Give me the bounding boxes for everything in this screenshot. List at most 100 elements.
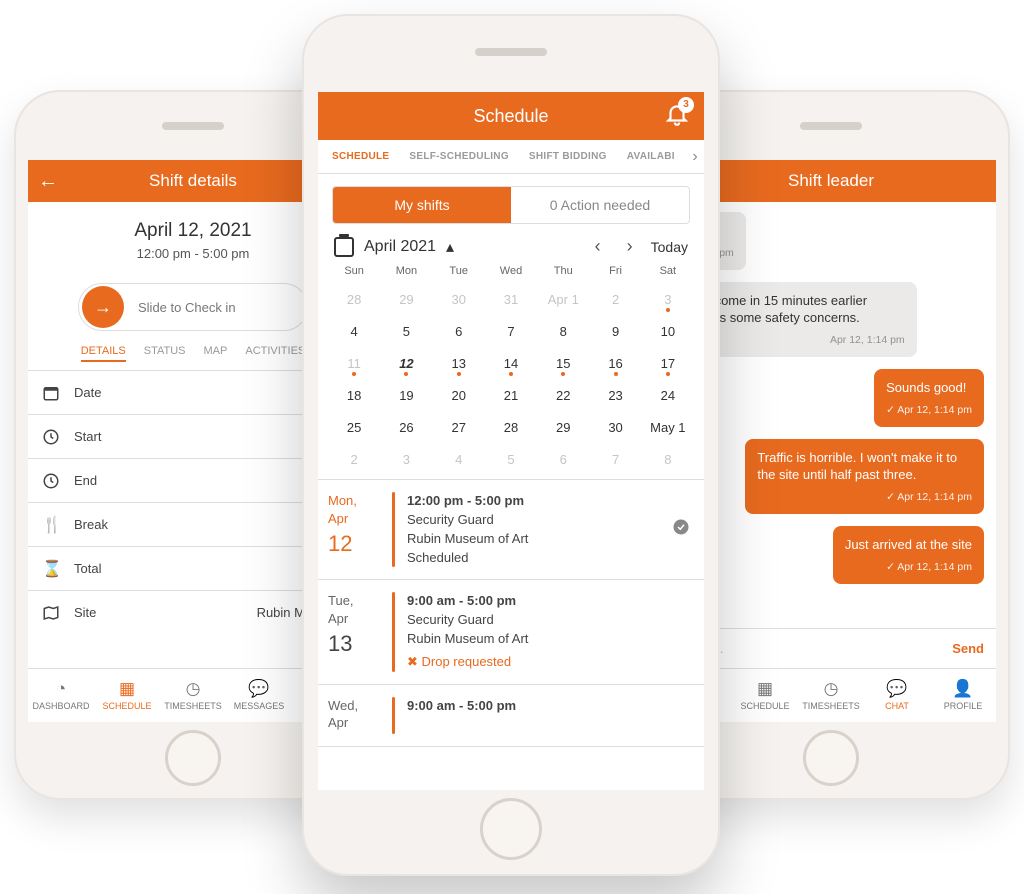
nav-profile[interactable]: 👤PROFILE [930, 669, 996, 722]
caret-up-icon[interactable]: ▴ [446, 237, 454, 257]
calendar-day[interactable]: 10 [642, 315, 694, 347]
notifications-button[interactable]: 3 [664, 101, 690, 132]
back-arrow-icon[interactable]: ← [38, 170, 58, 193]
calendar-day[interactable]: 4 [328, 315, 380, 347]
calendar-day[interactable]: 21 [485, 379, 537, 411]
weekday-label: Tue [433, 265, 485, 277]
tab-activities[interactable]: ACTIVITIES [245, 345, 305, 362]
shift-row[interactable]: Tue,Apr13 9:00 am - 5:00 pmSecurity Guard… [318, 580, 704, 684]
calendar-icon [42, 384, 64, 402]
calendar-day[interactable]: 22 [537, 379, 589, 411]
calendar-day[interactable]: 2 [589, 283, 641, 315]
calendar-day[interactable]: 3 [380, 443, 432, 475]
calendar-day[interactable]: May 1 [642, 411, 694, 443]
nav-label: SCHEDULE [102, 701, 151, 711]
detail-label: Site [74, 605, 96, 620]
chevron-right-icon[interactable]: › [692, 148, 698, 166]
calendar-day[interactable]: 20 [433, 379, 485, 411]
calendar-day[interactable]: 28 [328, 283, 380, 315]
calendar-day[interactable]: 30 [589, 411, 641, 443]
calendar-day[interactable]: 8 [537, 315, 589, 347]
calendar-day[interactable]: 31 [485, 283, 537, 315]
calendar-day[interactable]: 3 [642, 283, 694, 315]
nav-chat[interactable]: 💬CHAT [864, 669, 930, 722]
fork-icon: 🍴 [42, 515, 64, 535]
calendar-day[interactable]: 6 [433, 315, 485, 347]
calendar-day[interactable]: 15 [537, 347, 589, 379]
calendar-day[interactable]: 13 [433, 347, 485, 379]
calendar-day[interactable]: 9 [589, 315, 641, 347]
calendar-day[interactable]: 19 [380, 379, 432, 411]
nav-timesheets[interactable]: ◷TIMESHEETS [798, 669, 864, 722]
arrow-right-icon[interactable]: → [82, 286, 124, 328]
segment-my-shifts[interactable]: My shifts [333, 187, 511, 223]
calendar-day[interactable]: 29 [380, 283, 432, 315]
tab-self-scheduling[interactable]: SELF-SCHEDULING [409, 151, 509, 162]
tab-schedule[interactable]: SCHEDULE [332, 151, 389, 162]
shift-row[interactable]: Wed,Apr9:00 am - 5:00 pm [318, 685, 704, 747]
month-next[interactable]: › [619, 236, 641, 257]
weekday-label: Thu [537, 265, 589, 277]
calendar-day[interactable]: 30 [433, 283, 485, 315]
calendar-day[interactable]: 25 [328, 411, 380, 443]
slide-to-check-in[interactable]: → Slide to Check in [78, 283, 308, 331]
nav-schedule[interactable]: ▦SCHEDULE [94, 669, 160, 722]
calendar-day[interactable]: 14 [485, 347, 537, 379]
top-tabs: SCHEDULE SELF-SCHEDULING SHIFT BIDDING A… [318, 140, 704, 174]
calendar-day[interactable]: 5 [380, 315, 432, 347]
month-prev[interactable]: ‹ [587, 236, 609, 257]
shift-row[interactable]: Mon,Apr1212:00 pm - 5:00 pmSecurity Guar… [318, 480, 704, 580]
page-title: Schedule [473, 106, 548, 127]
nav-label: TIMESHEETS [164, 701, 222, 711]
calendar-day[interactable]: 28 [485, 411, 537, 443]
segment-control[interactable]: My shifts 0 Action needed [332, 186, 690, 224]
tab-availability[interactable]: AVAILABI [627, 151, 675, 162]
calendar-day[interactable]: 2 [328, 443, 380, 475]
nav-dashboard[interactable]: ◔DASHBOARD [28, 669, 94, 722]
clock-icon [42, 428, 64, 446]
calendar-day[interactable]: 11 [328, 347, 380, 379]
today-button[interactable]: Today [651, 239, 688, 255]
event-dot-icon [666, 372, 670, 376]
weekday-label: Wed [485, 265, 537, 277]
calendar-day[interactable]: 23 [589, 379, 641, 411]
shift-body: 9:00 am - 5:00 pmSecurity GuardRubin Mus… [407, 592, 690, 671]
phone-center: Schedule 3 SCHEDULE SELF-SCHEDULING SHIF… [302, 14, 720, 876]
tab-status[interactable]: STATUS [144, 345, 186, 362]
page-title: Shift details [149, 171, 237, 191]
detail-label: End [74, 473, 97, 488]
calendar-day[interactable]: 7 [485, 315, 537, 347]
calendar-day[interactable]: 26 [380, 411, 432, 443]
calendar-day[interactable]: Apr 1 [537, 283, 589, 315]
calendar-day[interactable]: 17 [642, 347, 694, 379]
month-label[interactable]: April 2021 [364, 238, 436, 256]
nav-messages[interactable]: 💬MESSAGES [226, 669, 292, 722]
tab-details[interactable]: DETAILS [81, 345, 126, 362]
calendar-day[interactable]: 8 [642, 443, 694, 475]
calendar-day[interactable]: 18 [328, 379, 380, 411]
accent-bar [392, 592, 395, 671]
send-button[interactable]: Send [952, 641, 984, 656]
tab-shift-bidding[interactable]: SHIFT BIDDING [529, 151, 607, 162]
calendar-day[interactable]: 27 [433, 411, 485, 443]
accent-bar [392, 697, 395, 734]
calendar-day[interactable]: 24 [642, 379, 694, 411]
tab-map[interactable]: MAP [204, 345, 228, 362]
shift-date: Tue,Apr13 [328, 592, 380, 659]
calendar-day[interactable]: 7 [589, 443, 641, 475]
nav-timesheets[interactable]: ◷TIMESHEETS [160, 669, 226, 722]
event-dot-icon [352, 372, 356, 376]
segment-action-needed[interactable]: 0 Action needed [511, 187, 689, 223]
calendar-day[interactable]: 29 [537, 411, 589, 443]
home-button[interactable] [803, 730, 859, 786]
calendar-day[interactable]: 5 [485, 443, 537, 475]
nav-schedule[interactable]: ▦SCHEDULE [732, 669, 798, 722]
calendar-day[interactable]: 6 [537, 443, 589, 475]
home-button[interactable] [480, 798, 542, 860]
message-timestamp: Apr 12, 1:14 pm [690, 333, 905, 347]
calendar-day[interactable]: 12 [380, 347, 432, 379]
calendar-day[interactable]: 4 [433, 443, 485, 475]
home-button[interactable] [165, 730, 221, 786]
calendar-day[interactable]: 16 [589, 347, 641, 379]
notification-badge: 3 [678, 97, 694, 113]
